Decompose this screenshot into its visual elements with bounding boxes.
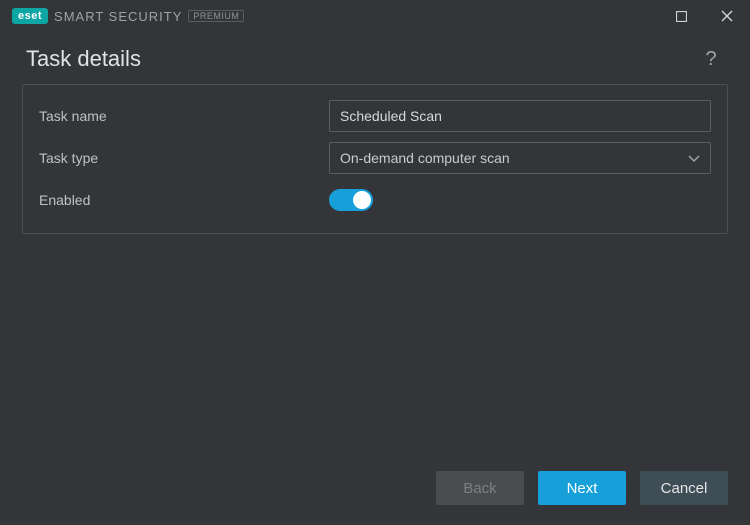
brand-logo: eset [12,8,48,24]
brand-edition-badge: PREMIUM [188,10,244,22]
titlebar: eset SMART SECURITY PREMIUM [0,0,750,32]
brand-product: SMART SECURITY [54,9,182,24]
task-type-label: Task type [39,150,329,166]
maximize-icon [676,11,687,22]
app-window: eset SMART SECURITY PREMIUM Task details… [0,0,750,525]
task-details-panel: Task name Task type On-demand computer s… [22,84,728,234]
window-close-button[interactable] [704,0,750,32]
close-icon [721,10,733,22]
task-type-select[interactable]: On-demand computer scan [329,142,711,174]
footer: Back Next Cancel [0,455,750,525]
enabled-toggle[interactable] [329,189,373,211]
chevron-down-icon [688,150,700,166]
window-maximize-button[interactable] [658,0,704,32]
help-icon: ? [705,48,716,71]
back-button[interactable]: Back [436,471,524,505]
brand: eset SMART SECURITY PREMIUM [12,8,244,24]
toggle-knob [353,191,371,209]
task-type-row: Task type On-demand computer scan [39,141,711,175]
task-name-label: Task name [39,108,329,124]
help-button[interactable]: ? [698,46,724,72]
enabled-row: Enabled [39,183,711,217]
next-button[interactable]: Next [538,471,626,505]
task-name-row: Task name [39,99,711,133]
header: Task details ? [0,32,750,84]
task-name-input[interactable] [329,100,711,132]
task-type-selected-value: On-demand computer scan [340,150,510,166]
page-title: Task details [26,46,141,72]
cancel-button[interactable]: Cancel [640,471,728,505]
enabled-label: Enabled [39,192,329,208]
